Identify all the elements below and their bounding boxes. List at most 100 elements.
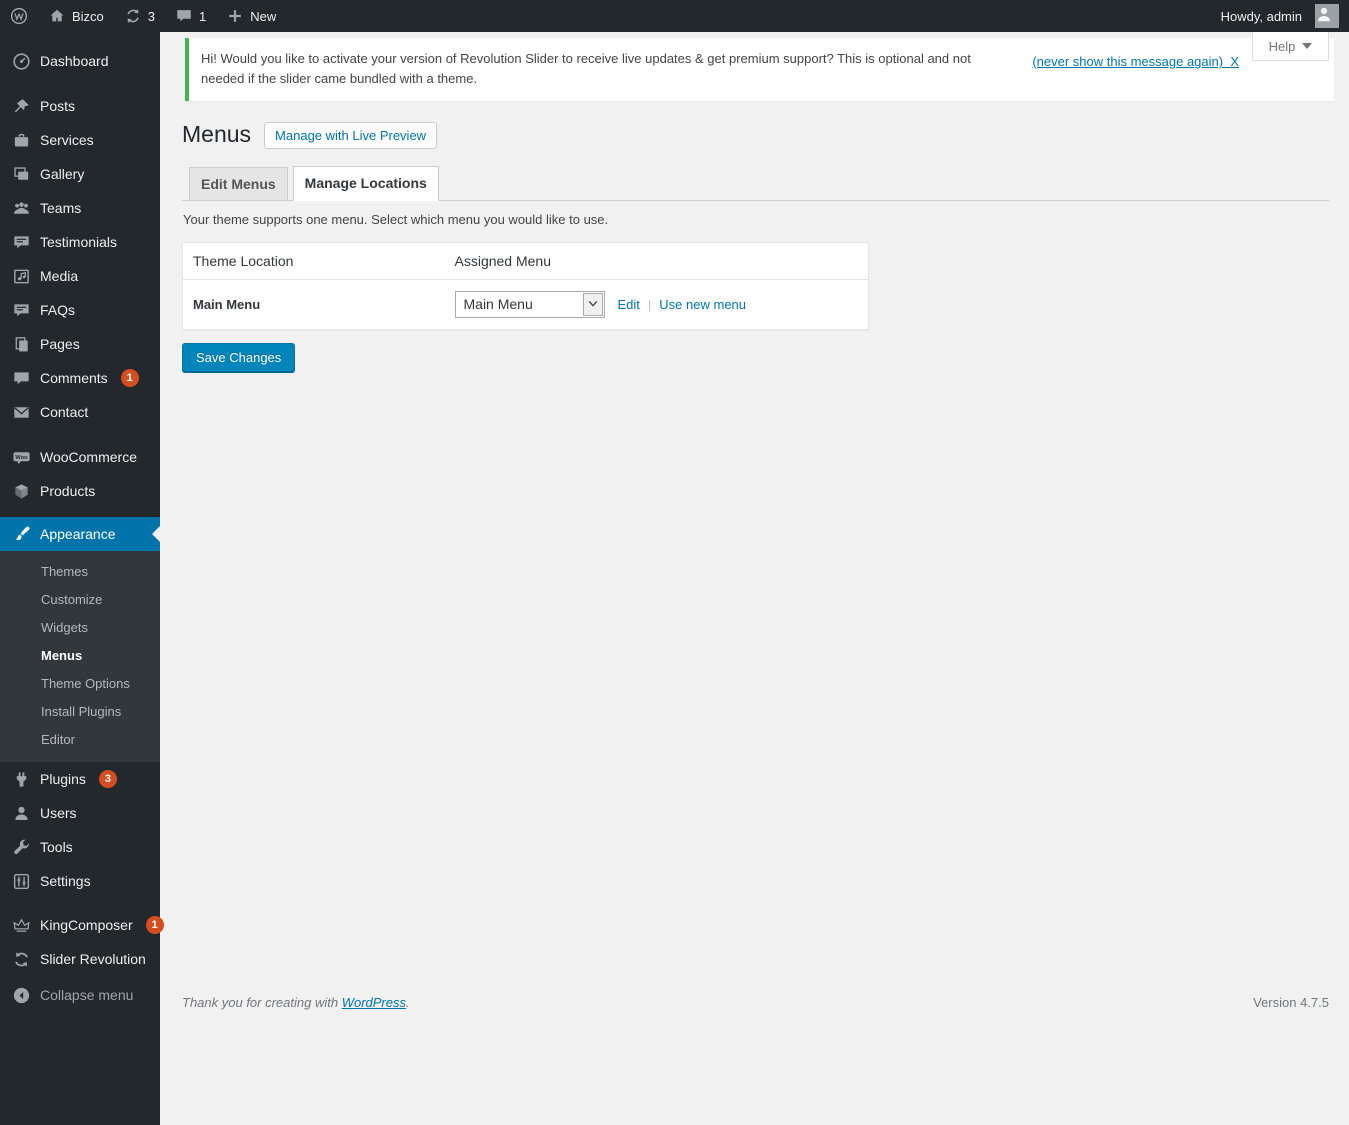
location-name: Main Menu	[183, 279, 445, 329]
sidebar-item-kingcomposer[interactable]: KingComposer 1	[0, 908, 160, 942]
wordpress-link[interactable]: WordPress	[342, 995, 406, 1010]
home-icon	[48, 7, 66, 25]
sidebar-label: Appearance	[40, 526, 116, 542]
footer-period: .	[406, 995, 410, 1010]
sidebar-item-dashboard[interactable]: Dashboard	[0, 44, 160, 78]
comments-count-badge: 1	[121, 369, 139, 387]
plus-icon	[226, 7, 244, 25]
help-button[interactable]: Help	[1252, 32, 1329, 61]
sidebar-item-faqs[interactable]: FAQs	[0, 293, 160, 327]
sidebar-label: Tools	[40, 839, 73, 855]
appearance-submenu: Themes Customize Widgets Menus Theme Opt…	[0, 551, 160, 762]
wrench-icon	[12, 838, 31, 857]
notice-dismiss-link[interactable]: (never show this message again) X	[1032, 52, 1239, 72]
sidebar-label: Services	[40, 132, 94, 148]
sidebar-item-testimonials[interactable]: Testimonials	[0, 225, 160, 259]
help-label: Help	[1269, 39, 1296, 54]
plugin-icon	[12, 770, 31, 789]
sidebar-label: Posts	[40, 98, 75, 114]
selected-menu-value: Main Menu	[456, 296, 533, 312]
save-changes-button[interactable]: Save Changes	[182, 343, 295, 372]
submenu-item-theme-options[interactable]: Theme Options	[0, 670, 160, 698]
sidebar-item-users[interactable]: Users	[0, 796, 160, 830]
woocommerce-icon: Woo	[12, 448, 31, 467]
sidebar-item-services[interactable]: Services	[0, 123, 160, 157]
site-name-menu[interactable]: Bizco	[38, 0, 114, 32]
dismiss-x: X	[1230, 54, 1239, 69]
media-icon	[12, 267, 31, 286]
user-icon	[12, 804, 31, 823]
manage-with-live-preview-button[interactable]: Manage with Live Preview	[264, 122, 437, 149]
submenu-item-widgets[interactable]: Widgets	[0, 614, 160, 642]
sidebar-item-contact[interactable]: Contact	[0, 395, 160, 429]
comment-icon	[175, 7, 193, 25]
sidebar-label: Users	[40, 805, 77, 821]
dismiss-text: (never show this message again)	[1032, 54, 1223, 69]
sidebar-item-tools[interactable]: Tools	[0, 830, 160, 864]
wordpress-logo-icon	[10, 7, 28, 25]
sidebar-item-teams[interactable]: Teams	[0, 191, 160, 225]
sidebar-item-appearance[interactable]: Appearance	[0, 517, 160, 551]
submenu-item-menus[interactable]: Menus	[0, 642, 160, 670]
site-name: Bizco	[72, 9, 104, 24]
sidebar-item-products[interactable]: Products	[0, 474, 160, 508]
sidebar-item-woocommerce[interactable]: Woo WooCommerce	[0, 440, 160, 474]
current-menu-arrow	[152, 526, 160, 542]
page-title: Menus	[182, 121, 251, 149]
svg-text:Woo: Woo	[15, 455, 28, 461]
sidebar-item-comments[interactable]: Comments 1	[0, 361, 160, 395]
updates-menu[interactable]: 3	[114, 0, 165, 32]
sidebar-label: Comments	[40, 370, 108, 386]
sidebar-item-slider-revolution[interactable]: Slider Revolution	[0, 942, 160, 976]
chevron-down-icon	[1302, 43, 1312, 49]
sidebar-label: WooCommerce	[40, 449, 137, 465]
sidebar-label: Teams	[40, 200, 81, 216]
comments-menu[interactable]: 1	[165, 0, 216, 32]
pages-icon	[12, 335, 31, 354]
footer-thanks-text: Thank you for creating with	[182, 995, 342, 1010]
product-box-icon	[12, 482, 31, 501]
paintbrush-icon	[12, 525, 31, 544]
wordpress-logo-menu[interactable]	[0, 0, 38, 32]
assigned-menu-select[interactable]: Main Menu	[455, 291, 605, 318]
use-new-menu-link[interactable]: Use new menu	[659, 297, 746, 312]
sidebar-item-media[interactable]: Media	[0, 259, 160, 293]
my-account-menu[interactable]: Howdy, admin	[1211, 0, 1349, 32]
submenu-item-customize[interactable]: Customize	[0, 586, 160, 614]
sidebar-item-plugins[interactable]: Plugins 3	[0, 762, 160, 796]
tab-manage-locations[interactable]: Manage Locations	[293, 166, 439, 201]
collapse-menu-button[interactable]: Collapse menu	[0, 978, 160, 1012]
pushpin-icon	[12, 97, 31, 116]
admin-bar-right: Howdy, admin	[1211, 0, 1349, 32]
notice-message: Hi! Would you like to activate your vers…	[201, 49, 1006, 89]
submenu-item-editor[interactable]: Editor	[0, 726, 160, 754]
content-area: Help Hi! Would you like to activate your…	[160, 32, 1349, 1125]
testimonial-icon	[12, 233, 31, 252]
admin-bar-left: Bizco 3 1 New	[0, 0, 286, 32]
updates-icon	[124, 7, 142, 25]
link-divider: |	[648, 297, 651, 312]
sidebar-label: Slider Revolution	[40, 951, 146, 967]
version-text: Version 4.7.5	[1253, 995, 1329, 1010]
sidebar-item-gallery[interactable]: Gallery	[0, 157, 160, 191]
sidebar-label: Dashboard	[40, 53, 109, 69]
sidebar-item-posts[interactable]: Posts	[0, 89, 160, 123]
edit-menu-link[interactable]: Edit	[618, 297, 640, 312]
column-theme-location: Theme Location	[183, 242, 445, 279]
comment-icon	[12, 369, 31, 388]
submenu-item-themes[interactable]: Themes	[0, 558, 160, 586]
tab-edit-menus[interactable]: Edit Menus	[189, 167, 288, 200]
sidebar-label: Plugins	[40, 771, 86, 787]
submenu-item-install-plugins[interactable]: Install Plugins	[0, 698, 160, 726]
admin-sidebar: Dashboard Posts Services Gallery Teams	[0, 32, 160, 1125]
briefcase-icon	[12, 131, 31, 150]
envelope-icon	[12, 403, 31, 422]
sidebar-label: Collapse menu	[40, 987, 133, 1003]
sidebar-item-pages[interactable]: Pages	[0, 327, 160, 361]
footer: Thank you for creating with WordPress. V…	[182, 995, 1329, 1010]
gallery-icon	[12, 165, 31, 184]
sidebar-item-settings[interactable]: Settings	[0, 864, 160, 898]
new-content-menu[interactable]: New	[216, 0, 286, 32]
howdy-text: Howdy, admin	[1221, 9, 1302, 24]
footer-thanks: Thank you for creating with WordPress.	[182, 995, 410, 1010]
